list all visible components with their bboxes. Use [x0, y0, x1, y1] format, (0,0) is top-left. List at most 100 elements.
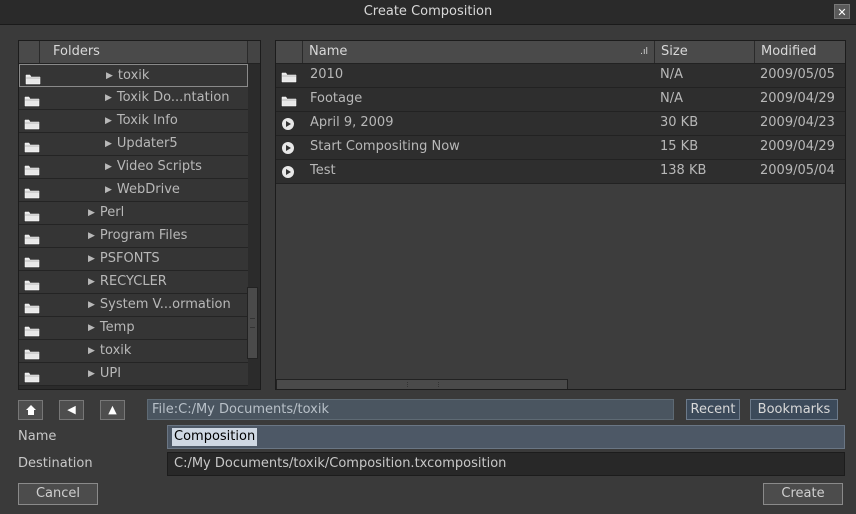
file-modified: 2009/05/05	[760, 67, 835, 82]
bookmarks-button[interactable]: Bookmarks	[750, 399, 838, 420]
folders-header-label: Folders	[53, 44, 100, 59]
file-modified: 2009/05/04	[760, 163, 835, 178]
file-modified: 2009/04/23	[760, 115, 835, 130]
composition-icon	[281, 165, 297, 178]
folder-icon	[281, 93, 297, 107]
column-header-name[interactable]: Name .ıl	[302, 41, 654, 63]
expand-arrow-icon[interactable]: ▶	[88, 231, 95, 241]
file-row[interactable]: Start Compositing Now 15 KB 2009/04/29	[276, 136, 845, 160]
folder-tree-item-label: PSFONTS	[99, 251, 160, 266]
folder-tree-item-label: System V...ormation	[99, 297, 231, 312]
folder-tree-item[interactable]: ▶ Temp	[19, 317, 248, 340]
column-header-size[interactable]: Size	[654, 41, 754, 63]
folder-tree-item-label: Perl	[99, 205, 125, 220]
folder-tree-item[interactable]: ▶ Updater5	[19, 133, 248, 156]
expand-arrow-icon[interactable]: ▶	[88, 323, 95, 333]
folder-tree-item[interactable]: ▶ PSFONTS	[19, 248, 248, 271]
up-button[interactable]: ▲	[100, 400, 125, 420]
folder-tree-item[interactable]: ▶ toxik	[19, 340, 248, 363]
folder-icon	[24, 277, 40, 291]
expand-arrow-icon[interactable]: ▶	[88, 254, 95, 264]
close-button[interactable]: ✕	[834, 4, 850, 19]
folder-tree-item[interactable]: ▶ Program Files	[19, 225, 248, 248]
name-field[interactable]: Composition	[167, 425, 845, 449]
close-icon: ✕	[837, 6, 847, 19]
up-arrow-icon: ▲	[108, 403, 117, 416]
folders-pane: Folders ▶ toxik ▶ Toxik Do...ntation ▶ Toxik …	[18, 40, 261, 390]
folder-tree-item[interactable]: ▶ toxik	[19, 64, 248, 87]
folder-icon	[24, 185, 40, 199]
folder-icon	[24, 369, 40, 383]
folder-tree-item[interactable]: ▶ Toxik Do...ntation	[19, 87, 248, 110]
folder-tree-item[interactable]: ▶ Perl	[19, 202, 248, 225]
folder-icon	[24, 323, 40, 337]
back-arrow-icon: ◀	[67, 403, 76, 416]
folders-scrollbar[interactable]	[247, 287, 258, 359]
expand-arrow-icon[interactable]: ▶	[105, 162, 112, 172]
back-button[interactable]: ◀	[59, 400, 84, 420]
folder-tree-item-label: Video Scripts	[116, 159, 202, 174]
composition-icon	[281, 141, 297, 154]
file-name: Start Compositing Now	[310, 139, 460, 154]
folder-tree-item-label: toxik	[99, 343, 132, 358]
destination-label: Destination	[18, 456, 93, 471]
file-row[interactable]: Test 138 KB 2009/05/04	[276, 160, 845, 184]
file-name: Footage	[310, 91, 363, 106]
column-header-modified[interactable]: Modified	[754, 41, 845, 63]
expand-arrow-icon[interactable]: ▶	[106, 71, 113, 81]
create-button[interactable]: Create	[763, 483, 843, 505]
home-icon	[25, 405, 36, 415]
folder-icon	[24, 208, 40, 222]
expand-arrow-icon[interactable]: ▶	[88, 369, 95, 379]
expand-arrow-icon[interactable]: ▶	[88, 208, 95, 218]
folder-icon	[24, 254, 40, 268]
file-row[interactable]: 2010 N/A 2009/05/05	[276, 64, 845, 88]
folder-tree-item-label: toxik	[117, 68, 150, 83]
expand-arrow-icon[interactable]: ▶	[105, 93, 112, 103]
folder-tree-item-label: RECYCLER	[99, 274, 167, 289]
folder-icon	[24, 346, 40, 360]
folder-tree-item[interactable]: ▶ Toxik Info	[19, 110, 248, 133]
file-size: N/A	[660, 67, 683, 82]
folder-tree-item[interactable]: ▶ Video Scripts	[19, 156, 248, 179]
folder-icon	[281, 69, 297, 83]
file-name: Test	[310, 163, 336, 178]
folder-tree-item[interactable]: ▶ System V...ormation	[19, 294, 248, 317]
file-row[interactable]: Footage N/A 2009/04/29	[276, 88, 845, 112]
file-size: 15 KB	[660, 139, 699, 154]
folder-tree-item-label: Program Files	[99, 228, 188, 243]
folder-icon	[25, 71, 41, 85]
composition-icon	[281, 117, 297, 130]
files-pane: Name .ıl Size Modified 2010 N/A 2009/05/05…	[275, 40, 846, 390]
file-modified: 2009/04/29	[760, 139, 835, 154]
folder-tree: ▶ toxik ▶ Toxik Do...ntation ▶ Toxik Info ▶ Upd…	[19, 64, 260, 386]
window-title: Create Composition	[363, 4, 493, 19]
expand-arrow-icon[interactable]: ▶	[105, 139, 112, 149]
folder-icon	[24, 162, 40, 176]
file-row[interactable]: April 9, 2009 30 KB 2009/04/23	[276, 112, 845, 136]
file-size: 138 KB	[660, 163, 707, 178]
expand-arrow-icon[interactable]: ▶	[105, 185, 112, 195]
expand-arrow-icon[interactable]: ▶	[88, 300, 95, 310]
expand-arrow-icon[interactable]: ▶	[88, 346, 95, 356]
folder-tree-item[interactable]: ▶ WebDrive	[19, 179, 248, 202]
folder-tree-item[interactable]: ▶ RECYCLER	[19, 271, 248, 294]
file-name: April 9, 2009	[310, 115, 394, 130]
name-field-value: Composition	[172, 428, 258, 446]
title-bar: Create Composition ✕	[0, 0, 856, 25]
home-button[interactable]	[18, 400, 43, 420]
path-field[interactable]: File:C:/My Documents/toxik	[147, 399, 674, 420]
expand-arrow-icon[interactable]: ▶	[88, 277, 95, 287]
file-size: N/A	[660, 91, 683, 106]
destination-field[interactable]: C:/My Documents/toxik/Composition.txcomp…	[167, 452, 845, 476]
recent-button[interactable]: Recent	[686, 399, 740, 420]
files-horizontal-scrollbar[interactable]	[276, 379, 568, 389]
expand-arrow-icon[interactable]: ▶	[105, 116, 112, 126]
folder-tree-item-label: WebDrive	[116, 182, 180, 197]
folder-icon	[24, 231, 40, 245]
cancel-button[interactable]: Cancel	[18, 483, 98, 505]
folder-tree-item[interactable]: ▶ UPI	[19, 363, 248, 386]
file-name: 2010	[310, 67, 344, 82]
sort-icon: .ıl	[640, 47, 648, 57]
folder-icon	[24, 93, 40, 107]
